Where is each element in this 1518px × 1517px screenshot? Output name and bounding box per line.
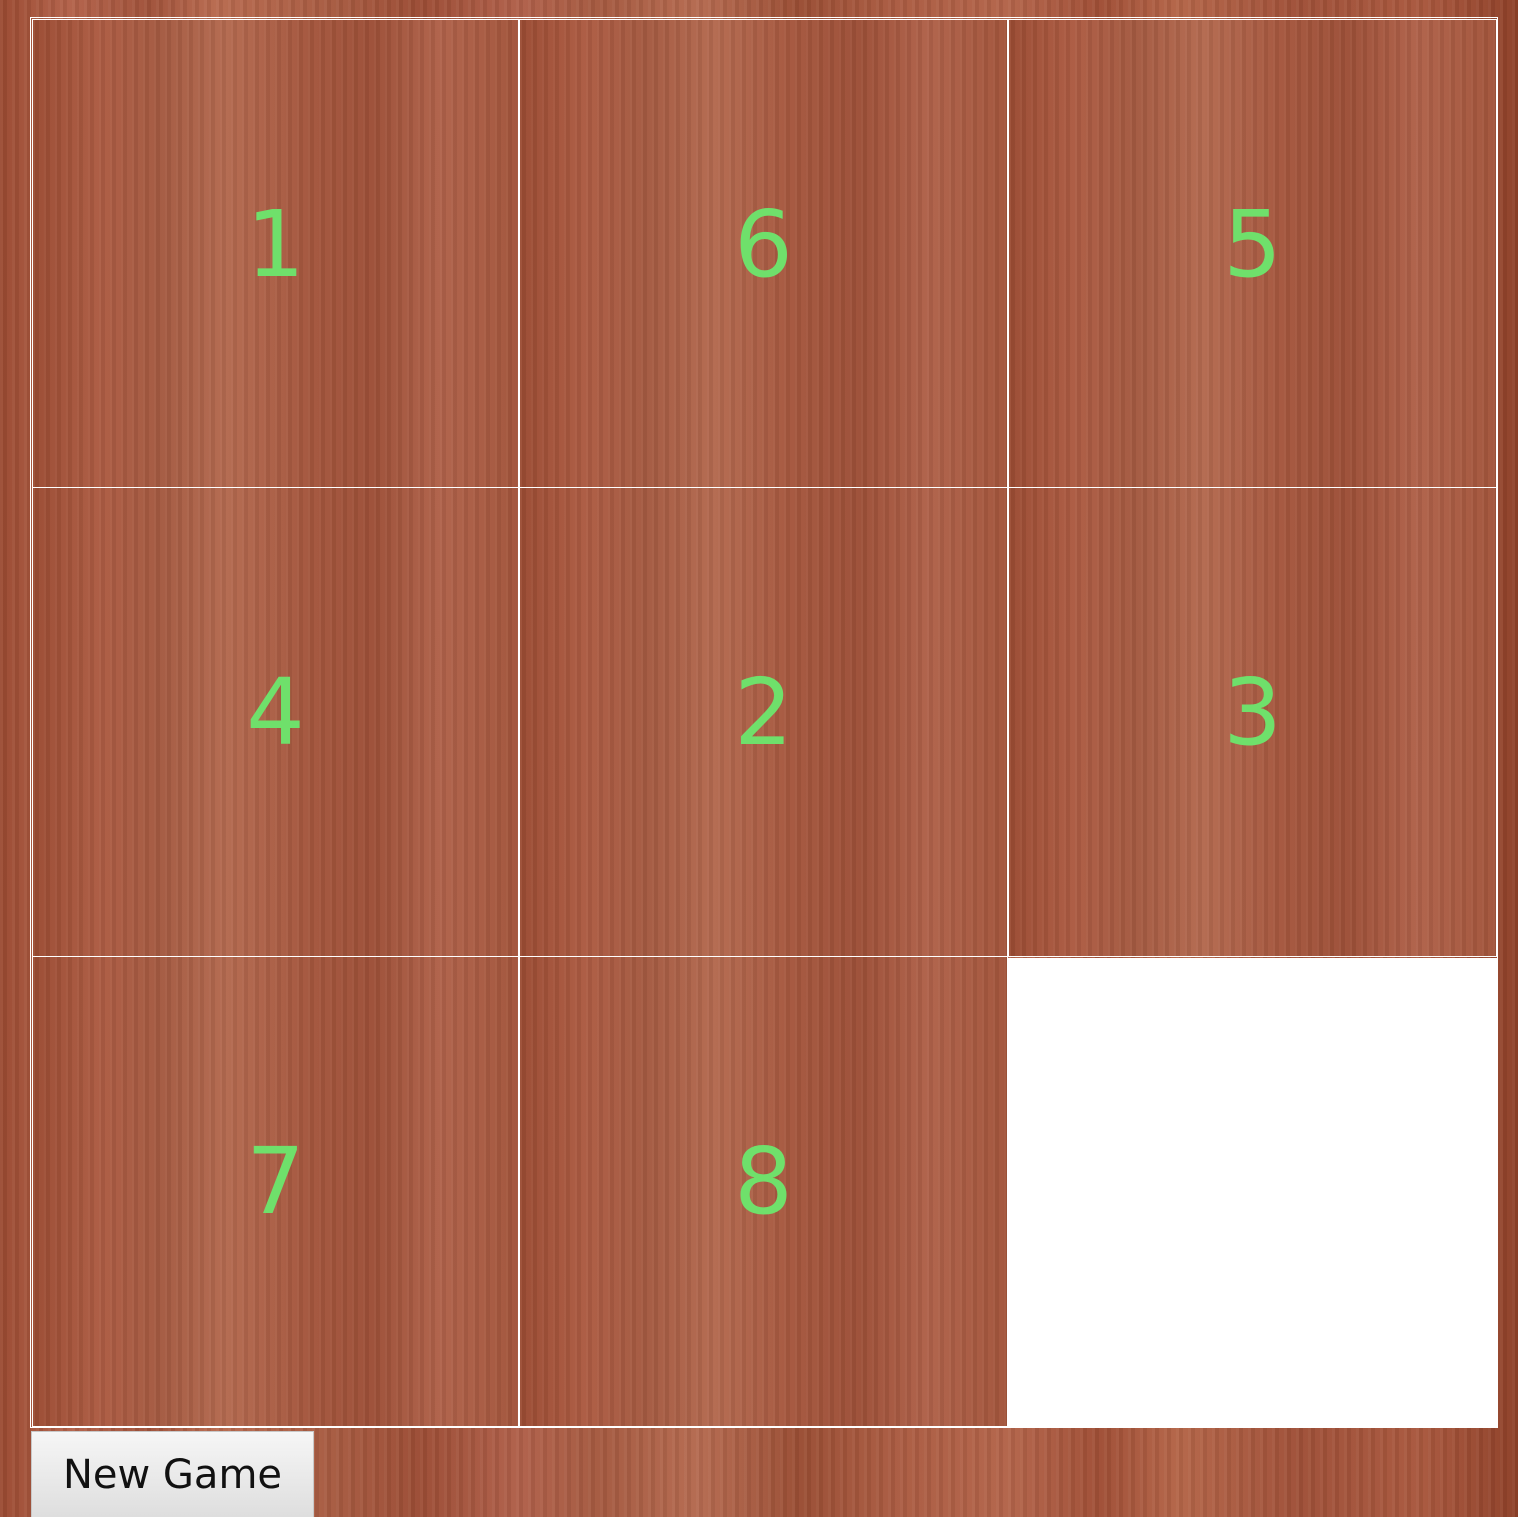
- puzzle-board: 1 6 5 4 2 3 7 8: [30, 17, 1498, 1428]
- tile-label: 7: [246, 1128, 305, 1235]
- tile-label: 6: [734, 190, 793, 298]
- tile-3[interactable]: 5: [1008, 19, 1497, 489]
- tile-label: 2: [734, 658, 793, 766]
- tile-5[interactable]: 2: [519, 487, 1008, 957]
- tile-1[interactable]: 1: [32, 19, 519, 489]
- tile-label: 8: [734, 1128, 793, 1235]
- tile-8[interactable]: 8: [519, 956, 1008, 1427]
- tile-6[interactable]: 3: [1008, 487, 1497, 957]
- tile-label: 3: [1223, 658, 1282, 766]
- tile-2[interactable]: 6: [519, 19, 1008, 489]
- tile-label: 5: [1223, 190, 1282, 298]
- tile-4[interactable]: 4: [32, 487, 519, 957]
- empty-slot: [1008, 958, 1497, 1427]
- new-game-button[interactable]: New Game: [31, 1431, 314, 1517]
- tile-7[interactable]: 7: [32, 956, 519, 1427]
- tile-label: 1: [246, 190, 305, 298]
- tile-label: 4: [246, 658, 305, 766]
